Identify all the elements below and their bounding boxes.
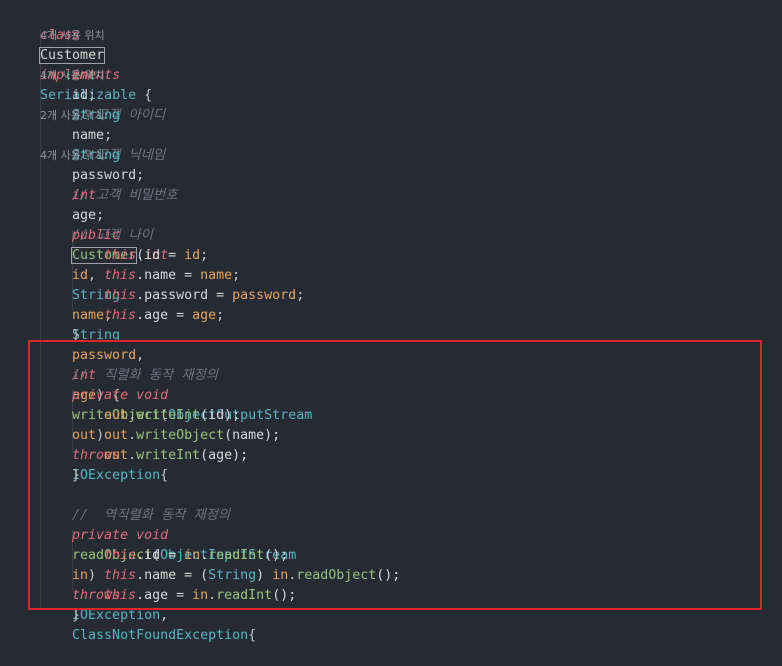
exception-type: ClassNotFoundException <box>72 628 249 643</box>
code-line-assignment[interactable]: this.password = password; <box>72 266 304 303</box>
code-line-assignment[interactable]: this.age = age; <box>72 286 224 323</box>
field-access: .age = <box>136 308 193 323</box>
code-line-assignment[interactable]: this.id = id; <box>72 226 208 263</box>
keyword-this: this <box>104 308 137 323</box>
field-type: int <box>72 188 97 203</box>
code-line-field[interactable]: String name; // 고객 닉네임 <box>40 86 165 163</box>
code-line-field[interactable]: int age; // 고객 나이 <box>40 166 153 243</box>
usage-hint[interactable]: 2개 사용 위치 <box>40 106 105 126</box>
usage-hint[interactable]: 4개 사용 위치 <box>40 66 105 86</box>
code-line-field[interactable]: String password; // 고객 비밀번호 <box>40 126 177 203</box>
highlight-box <box>28 340 762 610</box>
usage-hint[interactable]: 4개 사용 위치 <box>40 26 105 46</box>
assigned-param: age <box>192 308 217 323</box>
code-line-close-brace[interactable]: } <box>40 306 80 343</box>
close-brace: } <box>72 608 81 623</box>
usage-hint[interactable]: 4개 사용 위치 <box>40 146 105 166</box>
code-line-field[interactable]: int id; // 고객 아이디 <box>40 46 165 123</box>
code-editor[interactable]: class Customer implements Serializable {… <box>0 0 782 643</box>
code-line-class-declaration[interactable]: class Customer implements Serializable { <box>8 6 152 103</box>
open-brace: { <box>248 628 257 643</box>
code-line-constructor-signature[interactable]: public Customer(int id, String name, Str… <box>40 206 168 403</box>
assigned-param: password <box>232 288 297 303</box>
code-line-assignment[interactable]: this.name = name; <box>72 246 240 283</box>
